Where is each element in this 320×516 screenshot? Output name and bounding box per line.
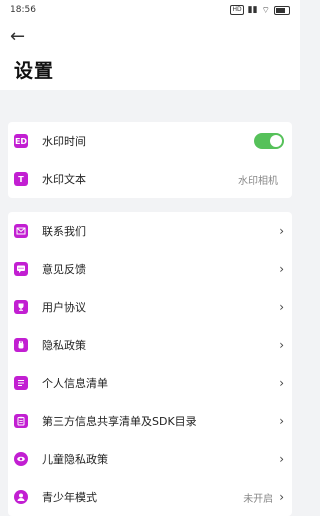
watermark-time-toggle[interactable] <box>254 133 284 149</box>
back-arrow-icon[interactable]: ← <box>10 26 25 47</box>
menu-item-personal-info[interactable]: 个人信息清单 › <box>8 364 292 402</box>
eye-icon <box>14 452 28 466</box>
menu-item-feedback[interactable]: 意见反馈 › <box>8 250 292 288</box>
menu-item-label: 联系我们 <box>42 225 86 238</box>
page-title: 设置 <box>14 60 55 82</box>
chevron-right-icon: › <box>279 376 284 390</box>
menu-item-third-party-sdk[interactable]: 第三方信息共享清单及SDK目录 › <box>8 402 292 440</box>
menu-item-label: 意见反馈 <box>42 263 86 276</box>
chevron-right-icon: › <box>279 224 284 238</box>
watermark-time-row[interactable]: ED 水印时间 <box>8 122 292 160</box>
chevron-right-icon: › <box>279 490 284 504</box>
trophy-icon <box>14 300 28 314</box>
watermark-text-value: 水印相机 <box>238 175 278 187</box>
menu-item-privacy-policy[interactable]: 隐私政策 › <box>8 326 292 364</box>
menu-item-teen-mode[interactable]: 青少年模式 未开启 › <box>8 478 292 516</box>
status-bar: 18:56 HD ▮▮ ⌔ <box>0 0 300 20</box>
menu-item-label: 隐私政策 <box>42 339 86 352</box>
chevron-right-icon: › <box>279 338 284 352</box>
clipboard-icon <box>14 414 28 428</box>
signal-icon: ▮▮ <box>247 5 258 15</box>
person-icon <box>14 490 28 504</box>
menu-item-label: 用户协议 <box>42 301 86 314</box>
watermark-card: ED 水印时间 T 水印文本 水印相机 <box>8 122 292 198</box>
teen-mode-status: 未开启 <box>243 493 274 505</box>
battery-icon <box>274 5 290 15</box>
menu-item-label: 第三方信息共享清单及SDK目录 <box>42 415 197 428</box>
chevron-right-icon: › <box>279 414 284 428</box>
menu-item-label: 个人信息清单 <box>42 377 108 390</box>
chevron-right-icon: › <box>279 452 284 466</box>
hd-icon: HD <box>230 5 244 15</box>
status-icons: HD ▮▮ ⌔ <box>230 5 290 16</box>
menu-item-label: 儿童隐私政策 <box>42 453 108 466</box>
menu-item-user-agreement[interactable]: 用户协议 › <box>8 288 292 326</box>
hand-icon <box>14 338 28 352</box>
watermark-time-label: 水印时间 <box>42 135 86 148</box>
list-icon <box>14 376 28 390</box>
watermark-text-label: 水印文本 <box>42 173 86 186</box>
text-icon: T <box>14 172 28 186</box>
chat-icon <box>14 262 28 276</box>
watermark-time-icon: ED <box>14 134 28 148</box>
status-time: 18:56 <box>10 5 36 15</box>
menu-item-children-privacy[interactable]: 儿童隐私政策 › <box>8 440 292 478</box>
header: ← 设置 <box>0 20 300 90</box>
chevron-right-icon: › <box>279 300 284 314</box>
watermark-text-row[interactable]: T 水印文本 水印相机 <box>8 160 292 198</box>
mail-icon <box>14 224 28 238</box>
menu-card: 联系我们 › 意见反馈 › 用户协议 › 隐私政策 › 个人信息清单 › 第三方… <box>8 212 292 516</box>
menu-item-label: 青少年模式 <box>42 491 97 504</box>
menu-item-contact[interactable]: 联系我们 › <box>8 212 292 250</box>
toggle-knob <box>270 135 282 147</box>
wifi-icon: ⌔ <box>261 5 270 16</box>
chevron-right-icon: › <box>279 262 284 276</box>
